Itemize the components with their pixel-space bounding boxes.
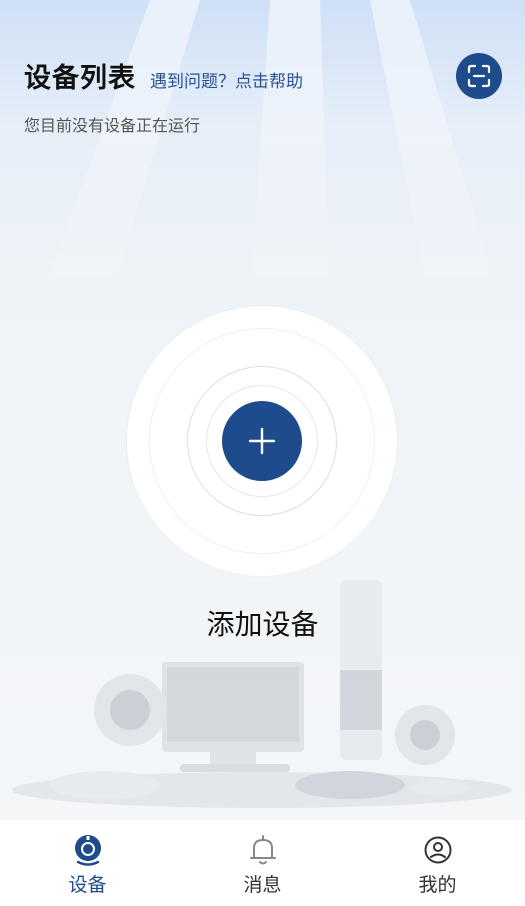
scan-icon: [467, 64, 491, 88]
add-device-label[interactable]: 添加设备: [0, 603, 525, 643]
page-title: 设备列表: [24, 63, 136, 94]
tab-label: 我的: [418, 874, 457, 896]
add-device-button[interactable]: [222, 401, 302, 481]
help-link[interactable]: 遇到问题？点击帮助: [150, 67, 303, 92]
tab-messages[interactable]: 消息: [175, 820, 350, 906]
bell-icon: [249, 835, 276, 865]
header: 设备列表 遇到问题？点击帮助: [24, 56, 501, 95]
status-subtitle: 您目前没有设备正在运行: [24, 116, 201, 135]
tab-profile[interactable]: 我的: [350, 820, 525, 906]
add-device-area: [127, 306, 397, 576]
scan-button[interactable]: [456, 53, 502, 99]
bottom-tabbar: 设备 消息 我的: [0, 820, 525, 906]
tab-label: 消息: [243, 874, 282, 896]
background-light-beams: [40, 0, 500, 300]
user-icon: [424, 836, 451, 864]
plus-icon: [248, 427, 276, 455]
tab-label: 设备: [68, 874, 107, 896]
tab-devices[interactable]: 设备: [0, 820, 175, 906]
camera-icon: [74, 835, 101, 866]
